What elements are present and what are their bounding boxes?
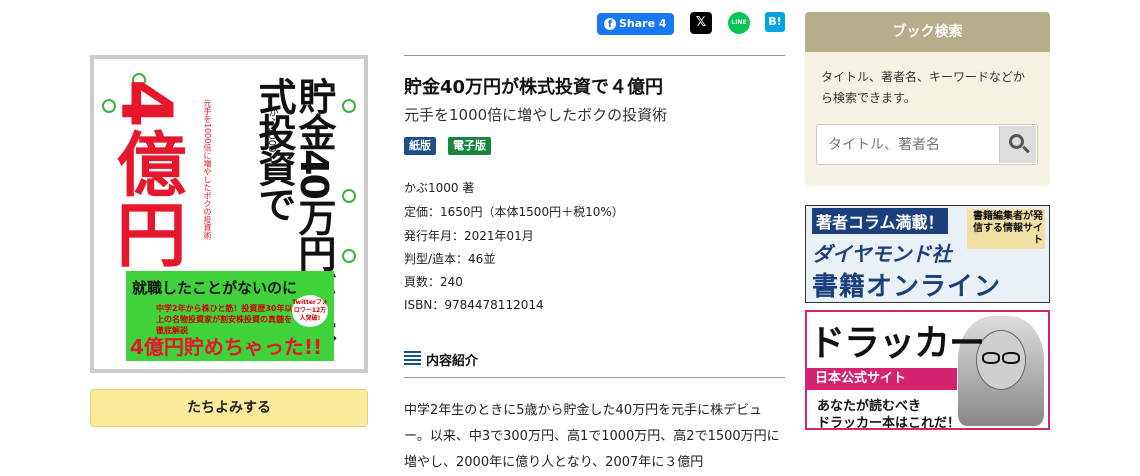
cover-subtitle: 元手を1000倍に増やしたボクの投資術 bbox=[203, 99, 212, 240]
book-title: 貯金40万円が株式投資で４億円 bbox=[404, 77, 664, 98]
divider bbox=[404, 55, 785, 56]
x-icon: 𝕏 bbox=[695, 15, 707, 30]
glasses-icon bbox=[982, 352, 1000, 364]
hatena-bookmark-button[interactable]: B! bbox=[765, 12, 785, 32]
book-author[interactable]: かぶ1000 著 bbox=[404, 179, 474, 196]
search-description: タイトル、著者名、キーワードなどから検索できます。 bbox=[821, 70, 1026, 105]
leaf-icon bbox=[342, 189, 356, 203]
book-format: 判型/造本：46並 bbox=[404, 252, 496, 266]
paper-edition-badge[interactable]: 紙版 bbox=[404, 137, 436, 155]
facebook-share-button[interactable]: f Share 4 bbox=[597, 13, 674, 35]
cover-band-line3: 4億円貯めちゃった!! bbox=[130, 335, 323, 359]
cover-big-text: 4億円 bbox=[105, 79, 187, 268]
search-heading: ブック検索 bbox=[805, 12, 1050, 52]
hatena-icon: B! bbox=[768, 15, 782, 28]
leaf-icon bbox=[342, 99, 356, 113]
banner1-brand: ダイヤモンド社 bbox=[812, 242, 952, 266]
search-button[interactable] bbox=[999, 126, 1036, 163]
section-heading-content: 内容紹介 bbox=[404, 350, 478, 369]
book-cover-image: 4億円 元手を1000倍に増やしたボクの投資術 かぶ1000 貯金40万円が株式… bbox=[94, 59, 364, 369]
glasses-icon bbox=[1002, 352, 1020, 364]
book-cover[interactable]: 4億円 元手を1000倍に増やしたボクの投資術 かぶ1000 貯金40万円が株式… bbox=[90, 55, 368, 373]
banner2-line2: ドラッカー本はこれだ！ bbox=[817, 416, 961, 430]
line-share-button[interactable]: LINE bbox=[728, 12, 750, 34]
banner1-top-text: 著者コラム満載！ bbox=[812, 208, 948, 234]
book-subtitle: 元手を1000倍に増やしたボクの投資術 bbox=[404, 106, 668, 124]
book-price: 定価：1650円（本体1500円＋税10%） bbox=[404, 205, 624, 219]
book-description: 中学2年生のときに5歳から貯金した40万円を元手に株デビュー。以来、中3で300… bbox=[404, 403, 780, 470]
cover-badge: Twitterフォロワー12万人突破! bbox=[292, 295, 328, 327]
divider bbox=[404, 377, 785, 378]
banner1-main-text: 書籍オンライン bbox=[812, 272, 1002, 302]
x-share-button[interactable]: 𝕏 bbox=[690, 12, 712, 34]
ebook-edition-badge[interactable]: 電子版 bbox=[448, 137, 491, 155]
leaf-icon bbox=[342, 249, 356, 263]
line-icon: LINE bbox=[731, 19, 747, 26]
cover-band-line1: 就職したことがないのに bbox=[132, 279, 298, 297]
search-field bbox=[816, 124, 1038, 165]
tachiyomi-button[interactable]: たちよみする bbox=[90, 389, 368, 427]
drucker-official-site-banner[interactable]: ドラッカー 日本公式サイト あなたが読むべき ドラッカー本はこれだ！ bbox=[805, 310, 1050, 430]
banner2-pink-label: 日本公式サイト bbox=[807, 368, 957, 390]
book-search-panel: ブック検索 タイトル、著者名、キーワードなどから検索できます。 bbox=[805, 12, 1050, 186]
book-pages: 頁数：240 bbox=[404, 275, 463, 289]
banner1-side-text: 書籍編集者が発信する情報サイト bbox=[967, 209, 1045, 249]
cover-band: 就職したことがないのに 中学2年から株ひと筋！投資歴30年以上の名物投資家が割安… bbox=[126, 271, 334, 361]
facebook-icon: f bbox=[604, 18, 616, 30]
list-icon bbox=[404, 351, 421, 365]
facebook-share-count: 4 bbox=[658, 17, 667, 30]
book-publish-date: 発行年月：2021年01月 bbox=[404, 229, 534, 243]
search-input[interactable] bbox=[818, 126, 1000, 163]
diamond-books-online-banner[interactable]: 著者コラム満載！ 書籍編集者が発信する情報サイト ダイヤモンド社 書籍オンライン bbox=[805, 205, 1050, 303]
banner2-title: ドラッカー bbox=[809, 323, 985, 364]
section-heading-label: 内容紹介 bbox=[426, 354, 479, 369]
search-icon-handle bbox=[1022, 145, 1030, 154]
facebook-share-label: Share bbox=[619, 17, 656, 30]
book-isbn: ISBN：9784478112014 bbox=[404, 298, 544, 312]
